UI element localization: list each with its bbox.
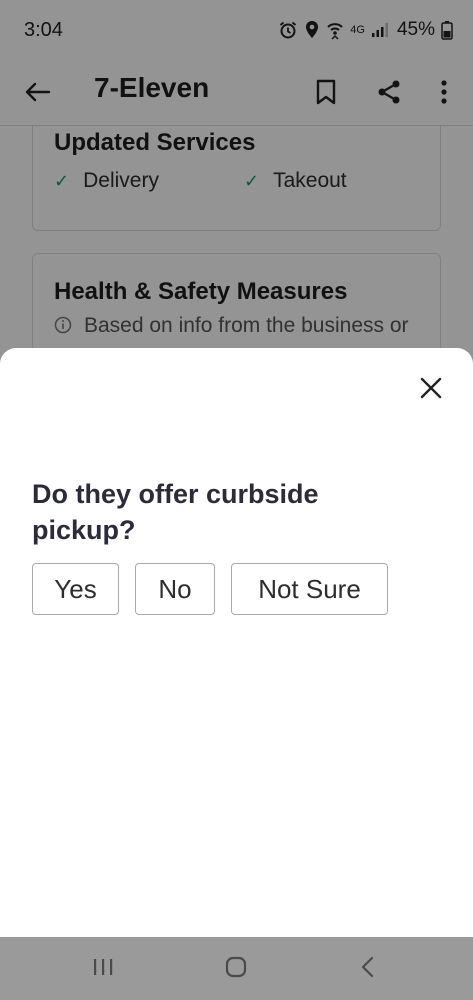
- more-options-button[interactable]: [424, 74, 464, 114]
- service-item-delivery: ✓ Delivery: [54, 169, 159, 193]
- wifi-calling-icon: [326, 20, 344, 40]
- recent-apps-icon: [92, 957, 114, 982]
- home-icon: [224, 955, 248, 984]
- answer-not-sure-button[interactable]: Not Sure: [231, 563, 388, 615]
- status-icons: 4G 45%: [278, 18, 453, 42]
- home-button[interactable]: [216, 951, 256, 987]
- page-content: Updated Services ✓ Delivery ✓ Takeout He…: [0, 126, 473, 348]
- back-button[interactable]: [20, 76, 56, 112]
- back-arrow-icon: [25, 82, 51, 107]
- more-vert-icon: [440, 79, 448, 110]
- check-icon: ✓: [54, 170, 70, 191]
- status-bar: 3:04 4G 45%: [0, 0, 473, 62]
- system-nav-bar: [0, 937, 473, 1000]
- curbside-question-sheet: Do they offer curbside pickup? Yes No No…: [0, 348, 473, 937]
- info-icon: [54, 316, 72, 340]
- bookmark-icon: [315, 79, 337, 110]
- app-bar: 7-Eleven: [0, 62, 473, 126]
- close-icon: [420, 377, 442, 404]
- answer-options: Yes No Not Sure: [32, 563, 388, 615]
- health-safety-info: Based on info from the business or: [54, 314, 409, 340]
- battery-icon: [441, 20, 453, 40]
- network-type-label: 4G: [350, 24, 365, 36]
- recent-apps-button[interactable]: [83, 951, 123, 987]
- service-item-takeout: ✓ Takeout: [244, 169, 347, 193]
- location-icon: [304, 20, 320, 40]
- share-button[interactable]: [369, 74, 409, 114]
- bookmark-button[interactable]: [306, 74, 346, 114]
- share-icon: [376, 79, 402, 110]
- alarm-icon: [278, 20, 298, 40]
- answer-no-button[interactable]: No: [135, 563, 215, 615]
- battery-percent: 45%: [396, 19, 435, 40]
- info-text: Based on info from the business or: [84, 314, 409, 337]
- service-label: Delivery: [83, 169, 159, 192]
- status-time: 3:04: [24, 19, 63, 41]
- check-icon: ✓: [244, 170, 260, 191]
- back-icon: [360, 956, 376, 983]
- health-safety-card: Health & Safety Measures Based on info f…: [32, 253, 441, 348]
- question-text: Do they offer curbside pickup?: [32, 479, 319, 545]
- signal-icon: [371, 22, 389, 38]
- updated-services-heading: Updated Services: [54, 129, 256, 156]
- answer-yes-button[interactable]: Yes: [32, 563, 119, 615]
- updated-services-card: Updated Services ✓ Delivery ✓ Takeout: [32, 126, 441, 231]
- service-label: Takeout: [273, 169, 347, 192]
- health-safety-heading: Health & Safety Measures: [54, 278, 348, 305]
- system-back-button[interactable]: [348, 951, 388, 987]
- page-title: 7-Eleven: [94, 72, 210, 103]
- close-button[interactable]: [413, 372, 449, 408]
